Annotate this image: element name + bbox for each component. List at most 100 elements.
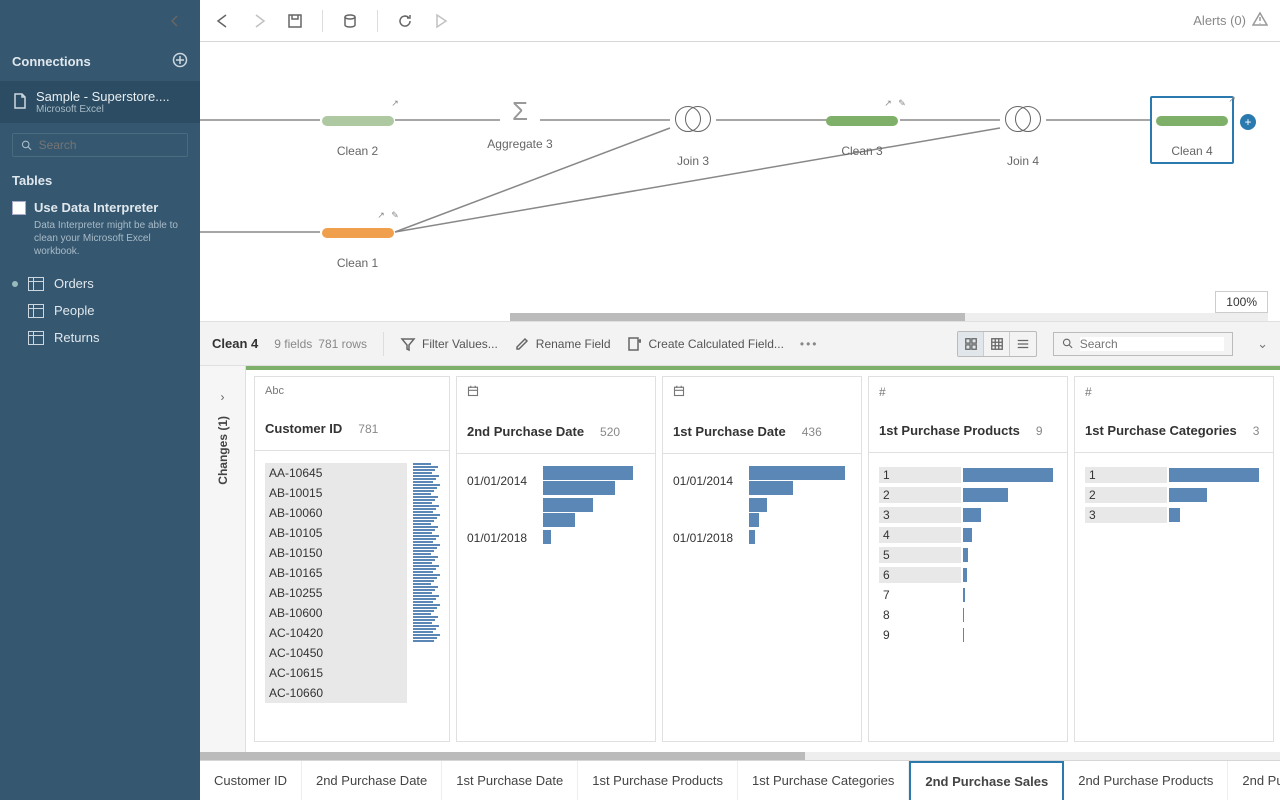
value-row[interactable]: 1 (1085, 465, 1263, 485)
flow-node-aggregate3[interactable]: Σ Aggregate 3 (500, 96, 540, 151)
value-row[interactable]: AB-10165 (265, 563, 407, 583)
create-calculated-field-button[interactable]: Create Calculated Field... (627, 336, 784, 352)
grid-tab[interactable]: Customer ID (200, 761, 302, 800)
value-row[interactable]: 6 (879, 565, 1057, 585)
flow-canvas[interactable]: ↗ Clean 2 Σ Aggregate 3 Join 3 ↗✎ Clean … (200, 42, 1280, 322)
value-row[interactable]: AB-10150 (265, 543, 407, 563)
flow-node-clean1[interactable]: ↗✎ Clean 1 (320, 214, 395, 270)
value-row[interactable]: AC-10660 (265, 683, 407, 703)
profile-card[interactable]: #1st Purchase Products9123456789 (868, 376, 1068, 742)
table-item[interactable]: Returns (0, 324, 200, 351)
value-row[interactable]: AB-10060 (265, 503, 407, 523)
value-row[interactable]: 2 (879, 485, 1057, 505)
value-row[interactable]: 9 (879, 625, 1057, 645)
data-interpreter-label: Use Data Interpreter (34, 200, 158, 215)
value-row[interactable]: 7 (879, 585, 1057, 605)
join-icon (1005, 100, 1041, 136)
value-row[interactable]: AB-10600 (265, 603, 407, 623)
value-row[interactable]: AB-10105 (265, 523, 407, 543)
flow-node-clean4-selected[interactable]: ↗ Clean 4 (1150, 96, 1234, 164)
flow-node-join3[interactable]: Join 3 (670, 100, 716, 168)
table-item[interactable]: People (0, 297, 200, 324)
connections-heading: Connections (12, 54, 91, 69)
sidebar-collapse-button[interactable] (164, 10, 186, 32)
sidebar-search[interactable] (12, 133, 188, 157)
tables-heading: Tables (0, 167, 200, 194)
grid-tab[interactable]: 2nd Purchase Date (302, 761, 442, 800)
histogram-row[interactable]: 01/01/2014 (467, 466, 645, 496)
histogram-row[interactable]: 01/01/2014 (673, 466, 851, 496)
profile-accent-strip (246, 366, 1280, 370)
table-name: Orders (54, 276, 94, 291)
view-grid-button[interactable] (984, 332, 1010, 356)
profile-card[interactable]: 2nd Purchase Date52001/01/201401/01/2018 (456, 376, 656, 742)
step-fields: 9 fields (274, 337, 312, 351)
grid-tab[interactable]: 1st Purchase Products (578, 761, 738, 800)
filter-values-button[interactable]: Filter Values... (400, 336, 498, 352)
rename-field-button[interactable]: Rename Field (514, 336, 611, 352)
histogram-row[interactable] (467, 498, 645, 528)
profile-card[interactable]: 1st Purchase Date43601/01/201401/01/2018 (662, 376, 862, 742)
value-row[interactable]: 3 (879, 505, 1057, 525)
profile-cards: AbcCustomer ID781AA-10645AB-10015AB-1006… (246, 366, 1280, 752)
flow-node-join4[interactable]: Join 4 (1000, 100, 1046, 168)
profile-card[interactable]: AbcCustomer ID781AA-10645AB-10015AB-1006… (254, 376, 450, 742)
view-list-button[interactable] (1010, 332, 1036, 356)
connection-item-active[interactable]: Sample - Superstore.... Microsoft Excel (0, 81, 200, 123)
value-row[interactable]: AC-10450 (265, 643, 407, 663)
grid-tab[interactable]: 1st Purchase Categories (738, 761, 909, 800)
histogram-row[interactable]: 01/01/2018 (467, 530, 645, 545)
connection-title: Sample - Superstore.... (36, 89, 170, 104)
data-interpreter-note: Data Interpreter might be able to clean … (12, 215, 188, 258)
sigma-icon: Σ (500, 96, 540, 127)
forward-button[interactable] (248, 10, 270, 32)
value-row[interactable]: AC-10615 (265, 663, 407, 683)
flow-horizontal-scrollbar[interactable] (510, 313, 1268, 321)
database-button[interactable] (339, 10, 361, 32)
profile-search-input[interactable] (1080, 337, 1224, 351)
value-row[interactable]: AA-10645 (265, 463, 407, 483)
step-name: Clean 4 (212, 336, 258, 351)
field-type-icon (673, 385, 851, 400)
value-row[interactable]: 4 (879, 525, 1057, 545)
run-flow-button[interactable] (430, 10, 452, 32)
histogram-row[interactable]: 01/01/2018 (673, 530, 851, 545)
profile-horizontal-scrollbar[interactable] (200, 752, 1280, 760)
more-options-button[interactable]: ••• (800, 337, 819, 351)
value-row[interactable]: 8 (879, 605, 1057, 625)
value-row[interactable]: 3 (1085, 505, 1263, 525)
data-grid-tabs: Customer ID2nd Purchase Date1st Purchase… (200, 760, 1280, 800)
flow-node-clean3[interactable]: ↗✎ Clean 3 (822, 102, 902, 158)
data-interpreter-checkbox[interactable] (12, 201, 26, 215)
value-row[interactable]: AB-10015 (265, 483, 407, 503)
field-value-count: 781 (358, 422, 378, 436)
grid-tab[interactable]: 2nd Purchase Products (1064, 761, 1228, 800)
field-title: 2nd Purchase Date (467, 424, 584, 439)
value-row[interactable]: 5 (879, 545, 1057, 565)
save-button[interactable] (284, 10, 306, 32)
table-item[interactable]: Orders (0, 270, 200, 297)
zoom-control[interactable]: 100% (1215, 291, 1268, 313)
expand-options-button[interactable]: ⌄ (1257, 336, 1268, 352)
flow-node-clean2[interactable]: ↗ Clean 2 (320, 102, 395, 158)
profile-card[interactable]: #1st Purchase Categories3123 (1074, 376, 1274, 742)
add-connection-button[interactable] (172, 52, 188, 71)
grid-tab[interactable]: 1st Purchase Date (442, 761, 578, 800)
value-row[interactable]: 1 (879, 465, 1057, 485)
value-row[interactable]: 2 (1085, 485, 1263, 505)
sidebar-search-input[interactable] (39, 138, 179, 152)
histogram-row[interactable] (673, 498, 851, 528)
alerts-icon[interactable] (1252, 11, 1268, 30)
connection-subtitle: Microsoft Excel (36, 104, 170, 115)
value-row[interactable]: AC-10420 (265, 623, 407, 643)
alerts-label[interactable]: Alerts (0) (1193, 13, 1246, 28)
grid-tab[interactable]: 2nd Purchase Sales (909, 761, 1064, 800)
add-step-button[interactable]: + (1240, 114, 1256, 130)
profile-search[interactable] (1053, 332, 1233, 356)
changes-rail[interactable]: › Changes (1) (200, 366, 246, 752)
value-row[interactable]: AB-10255 (265, 583, 407, 603)
refresh-button[interactable] (394, 10, 416, 32)
view-profile-button[interactable] (958, 332, 984, 356)
grid-tab[interactable]: 2nd Purchase Catego (1228, 761, 1280, 800)
back-button[interactable] (212, 10, 234, 32)
